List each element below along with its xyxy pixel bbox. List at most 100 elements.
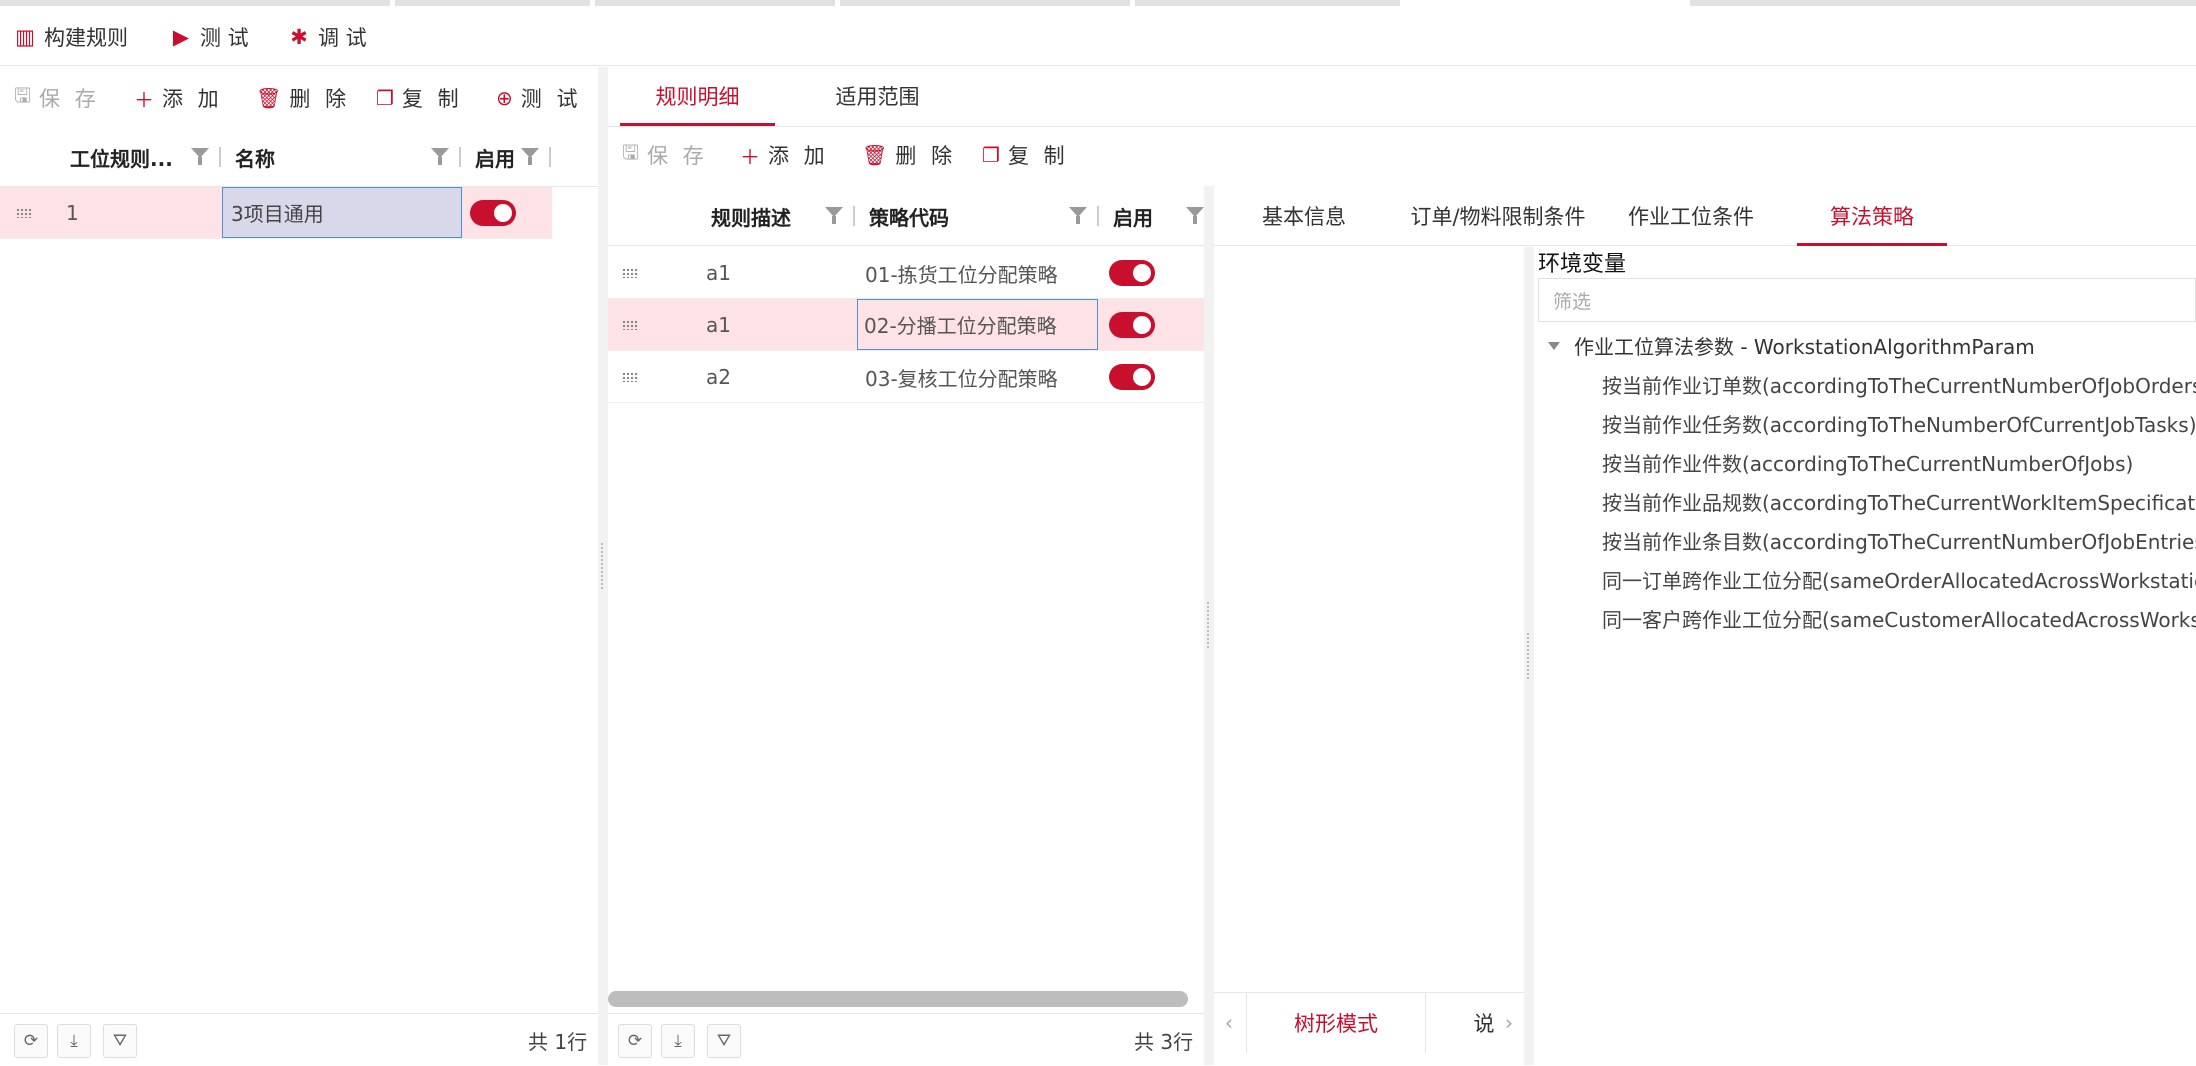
filter-icon[interactable] xyxy=(1186,207,1204,224)
left-delete-label: 删 除 xyxy=(289,87,351,111)
row-count: 共 3行 xyxy=(1134,1029,1194,1054)
table-row[interactable]: a2 03-复核工位分配策略 xyxy=(608,351,1212,403)
expand-caret-icon[interactable] xyxy=(1548,341,1560,350)
rule-desc-cell[interactable]: a2 xyxy=(706,351,731,403)
panel-splitter[interactable] xyxy=(598,67,608,1065)
left-add-button[interactable]: ＋ 添 加 xyxy=(134,80,223,116)
filter-input[interactable]: 筛选 xyxy=(1538,278,2196,322)
column-header-name[interactable]: 名称 xyxy=(235,127,275,187)
middle-add-button[interactable]: ＋ 添 加 xyxy=(740,137,829,173)
splitter-grip-icon[interactable] xyxy=(1527,633,1531,679)
left-save-button[interactable]: 🖫 保 存 xyxy=(14,80,100,116)
chevron-right-icon[interactable]: › xyxy=(1496,993,1522,1053)
filter-icon[interactable] xyxy=(825,207,843,224)
filter-icon[interactable] xyxy=(1069,207,1087,224)
tree-item[interactable]: 同一客户跨作业工位分配(sameCustomerAllocatedAcrossW… xyxy=(1602,604,2196,633)
copy-icon: ❐ xyxy=(982,143,1000,167)
enabled-toggle[interactable] xyxy=(1109,260,1155,286)
build-rule-button[interactable]: ▥ 构建规则 xyxy=(14,8,128,66)
middle-copy-label: 复 制 xyxy=(1007,144,1069,168)
panel-splitter[interactable] xyxy=(1524,247,1534,1065)
tree-root-label: 作业工位算法参数 - WorkstationAlgorithmParam xyxy=(1574,335,2035,359)
drag-handle-icon[interactable] xyxy=(622,320,638,330)
name-cell[interactable]: 3项目通用 xyxy=(222,187,462,238)
table-row[interactable]: a1 01-拣货工位分配策略 xyxy=(608,247,1212,299)
rule-desc-cell[interactable]: a1 xyxy=(706,247,731,299)
rule-desc-cell[interactable]: a1 xyxy=(706,299,731,351)
play-icon: ▶ xyxy=(172,25,190,49)
refresh-icon[interactable]: ⟳ xyxy=(618,1024,652,1058)
active-tab-indicator xyxy=(620,123,775,126)
splitter-grip-icon[interactable] xyxy=(601,543,605,589)
column-header-enabled[interactable]: 启用 xyxy=(475,127,515,187)
column-header-rule-desc[interactable]: 规则描述 xyxy=(711,186,791,246)
left-save-label: 保 存 xyxy=(39,87,100,111)
enabled-toggle[interactable] xyxy=(470,200,516,226)
table-row[interactable]: a1 02-分播工位分配策略 xyxy=(608,299,1212,351)
drag-handle-icon[interactable] xyxy=(622,268,638,278)
enabled-toggle[interactable] xyxy=(1109,364,1155,390)
tree-item[interactable]: 按当前作业件数(accordingToTheCurrentNumberOfJob… xyxy=(1602,448,2133,477)
tab-basic-info[interactable]: 基本信息 xyxy=(1234,186,1374,246)
splitter-grip-icon[interactable] xyxy=(1207,602,1211,648)
tree-root-node[interactable]: 作业工位算法参数 - WorkstationAlgorithmParam xyxy=(1548,331,2035,360)
tree-item[interactable]: 同一订单跨作业工位分配(sameOrderAllocatedAcrossWork… xyxy=(1602,565,2196,594)
panel-splitter[interactable] xyxy=(1204,186,1214,1065)
filter-icon[interactable] xyxy=(191,148,209,165)
column-header-rule-id[interactable]: 工位规则... xyxy=(70,127,173,187)
table-row[interactable]: 1 3项目通用 xyxy=(0,187,552,239)
filter-settings-icon[interactable]: ⛛ xyxy=(707,1024,741,1058)
tree-item[interactable]: 按当前作业订单数(accordingToTheCurrentNumberOfJo… xyxy=(1602,370,2196,399)
rule-id-cell[interactable]: 1 xyxy=(66,187,216,239)
column-header-enabled[interactable]: 启用 xyxy=(1113,186,1153,246)
tree-item[interactable]: 按当前作业品规数(accordingToTheCurrentWorkItemSp… xyxy=(1602,487,2196,516)
building-icon: ▥ xyxy=(15,25,35,49)
active-tab-indicator xyxy=(1797,243,1947,246)
middle-delete-button[interactable]: 🗑 删 除 xyxy=(862,137,956,173)
column-separator[interactable] xyxy=(1097,206,1099,226)
tab-rule-detail[interactable]: 规则明细 xyxy=(620,67,775,125)
debug-button[interactable]: ✱ 调 试 xyxy=(288,8,367,66)
strategy-code-cell[interactable]: 01-拣货工位分配策略 xyxy=(865,247,1058,299)
column-header-strategy-code[interactable]: 策略代码 xyxy=(869,186,949,246)
horizontal-scrollbar[interactable] xyxy=(608,991,1188,1007)
middle-copy-button[interactable]: ❐ 复 制 xyxy=(982,137,1069,173)
drag-handle-icon[interactable] xyxy=(16,208,32,218)
test-button[interactable]: ▶ 测 试 xyxy=(170,8,249,66)
trash-icon: 🗑 xyxy=(862,143,888,167)
enabled-toggle[interactable] xyxy=(1109,312,1155,338)
tab-tree-mode[interactable]: 树形模式 xyxy=(1246,993,1426,1053)
download-icon[interactable]: ⤓ xyxy=(57,1024,91,1058)
filter-icon[interactable] xyxy=(521,148,539,165)
left-grid-header: 工位规则... 名称 启用 xyxy=(0,127,598,187)
trash-icon: 🗑 xyxy=(256,86,282,110)
tab-workstation-conditions[interactable]: 作业工位条件 xyxy=(1616,186,1766,246)
strategy-code-cell[interactable]: 02-分播工位分配策略 xyxy=(857,299,1098,350)
save-icon: 🖫 xyxy=(622,140,640,164)
filter-icon[interactable] xyxy=(431,148,449,165)
left-copy-button[interactable]: ❐ 复 制 xyxy=(376,80,463,116)
left-delete-button[interactable]: 🗑 删 除 xyxy=(256,80,350,116)
column-separator[interactable] xyxy=(853,206,855,226)
chevron-left-icon[interactable]: ‹ xyxy=(1214,993,1244,1053)
column-separator[interactable] xyxy=(459,147,461,167)
download-icon[interactable]: ⤓ xyxy=(661,1024,695,1058)
filter-settings-icon[interactable]: ⛛ xyxy=(103,1024,137,1058)
tab-description[interactable]: 说 xyxy=(1469,993,1499,1053)
left-copy-label: 复 制 xyxy=(401,87,463,111)
middle-save-button[interactable]: 🖫 保 存 xyxy=(622,137,708,173)
middle-save-label: 保 存 xyxy=(647,144,708,168)
column-separator[interactable] xyxy=(219,147,221,167)
tab-order-material-conditions[interactable]: 订单/物料限制条件 xyxy=(1395,186,1601,246)
left-test-button[interactable]: ⊕ 测 试 xyxy=(496,80,581,116)
debug-label: 调 试 xyxy=(318,26,367,50)
column-separator[interactable] xyxy=(549,147,551,167)
tab-algorithm-strategy[interactable]: 算法策略 xyxy=(1797,186,1947,246)
drag-handle-icon[interactable] xyxy=(622,372,638,382)
test-label: 测 试 xyxy=(200,26,249,50)
tree-item[interactable]: 按当前作业任务数(accordingToTheNumberOfCurrentJo… xyxy=(1602,409,2196,438)
refresh-icon[interactable]: ⟳ xyxy=(14,1024,48,1058)
tree-item[interactable]: 按当前作业条目数(accordingToTheCurrentNumberOfJo… xyxy=(1602,526,2196,555)
strategy-code-cell[interactable]: 03-复核工位分配策略 xyxy=(865,351,1058,403)
tab-scope[interactable]: 适用范围 xyxy=(800,67,955,125)
